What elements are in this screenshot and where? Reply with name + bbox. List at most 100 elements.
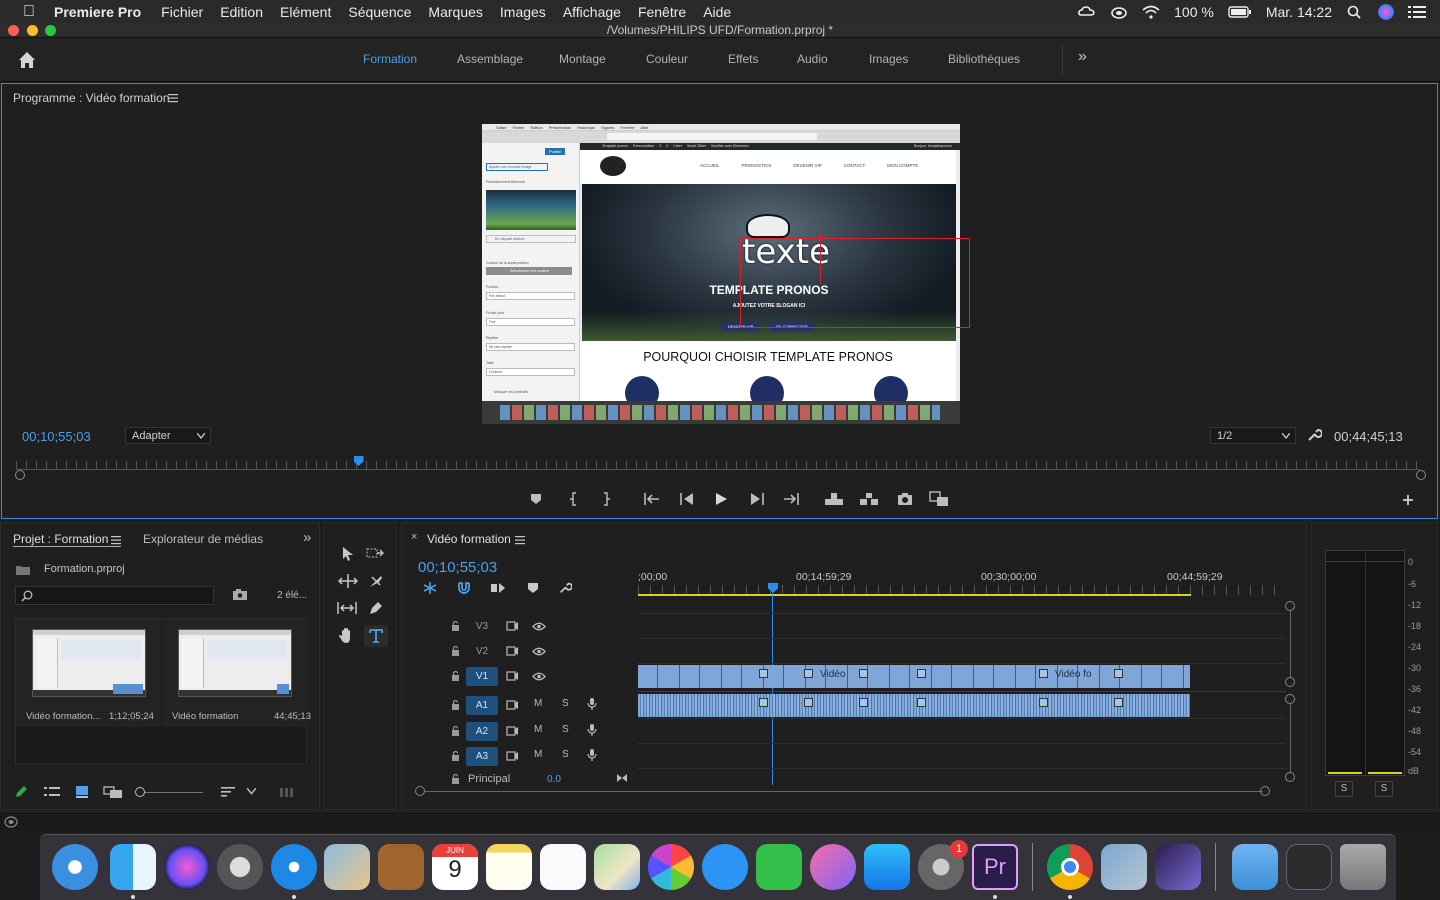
sync-lock-icon[interactable] bbox=[506, 621, 519, 631]
dock-reminders-icon[interactable] bbox=[540, 844, 586, 890]
dock-safari-beta-icon[interactable] bbox=[52, 844, 98, 890]
new-bin-icon[interactable] bbox=[232, 588, 248, 601]
nest-toggle-icon[interactable] bbox=[422, 581, 438, 595]
dock-siri-icon[interactable] bbox=[164, 844, 210, 890]
workspace-tab-montage[interactable]: Montage bbox=[559, 52, 606, 66]
menu-fichier[interactable]: Fichier bbox=[161, 4, 203, 20]
microphone-icon[interactable] bbox=[587, 697, 597, 711]
dock-trash-icon[interactable] bbox=[1340, 844, 1386, 890]
dock-music-icon[interactable] bbox=[810, 844, 856, 890]
dock-app-store-icon[interactable] bbox=[864, 844, 910, 890]
sync-lock-icon[interactable] bbox=[506, 726, 519, 736]
timeline-settings-wrench-icon[interactable] bbox=[558, 581, 572, 595]
master-volume-value[interactable]: 0.0 bbox=[547, 774, 561, 785]
track-target-a2[interactable]: A2 bbox=[466, 722, 498, 741]
hand-tool-icon[interactable] bbox=[338, 627, 356, 645]
menu-app-name[interactable]: Premiere Pro bbox=[54, 4, 141, 20]
siri-icon[interactable] bbox=[1378, 3, 1394, 20]
sync-lock-icon[interactable] bbox=[506, 671, 519, 681]
dock-recent-window-icon[interactable] bbox=[1286, 844, 1332, 890]
go-to-in-icon[interactable] bbox=[643, 492, 661, 506]
sync-lock-icon[interactable] bbox=[506, 646, 519, 656]
dock-downloads-folder-icon[interactable] bbox=[1232, 844, 1278, 890]
add-button-icon[interactable] bbox=[1402, 494, 1414, 506]
lock-icon[interactable] bbox=[451, 646, 460, 656]
h-scroll-handle-right[interactable] bbox=[1260, 786, 1270, 796]
project-search-input[interactable] bbox=[15, 586, 214, 605]
program-ruler[interactable] bbox=[16, 461, 1420, 469]
tab-media-browser[interactable]: Explorateur de médias bbox=[143, 532, 263, 546]
dock-premiere-pro-icon[interactable]: Pr bbox=[972, 844, 1018, 890]
close-sequence-icon[interactable]: × bbox=[411, 531, 417, 543]
work-area-bar[interactable] bbox=[638, 594, 1191, 596]
workspace-tab-bibliotheques[interactable]: Bibliothèques bbox=[948, 52, 1020, 66]
type-tool-button[interactable] bbox=[364, 625, 388, 647]
lock-icon[interactable] bbox=[451, 774, 460, 784]
program-timecode[interactable]: 00;10;55;03 bbox=[22, 429, 91, 444]
solo-button[interactable]: S bbox=[562, 698, 569, 709]
dock-contacts-icon[interactable] bbox=[378, 844, 424, 890]
linked-selection-icon[interactable] bbox=[490, 581, 506, 595]
selection-tool-icon[interactable] bbox=[340, 546, 356, 562]
add-marker-icon[interactable] bbox=[530, 493, 542, 505]
dock-photos-icon[interactable] bbox=[648, 844, 694, 890]
razor-tool-icon[interactable] bbox=[368, 573, 384, 589]
sync-lock-icon[interactable] bbox=[506, 700, 519, 710]
workspace-overflow-button[interactable]: » bbox=[1078, 48, 1087, 66]
dock-calendar-icon[interactable]: JUIN 9 bbox=[432, 844, 478, 890]
go-to-end-icon[interactable] bbox=[616, 773, 628, 783]
battery-icon[interactable] bbox=[1228, 5, 1252, 19]
lock-icon[interactable] bbox=[451, 726, 460, 736]
v-scrollbar-video[interactable] bbox=[1290, 611, 1291, 677]
lock-icon[interactable] bbox=[451, 621, 460, 631]
h-scrollbar[interactable] bbox=[425, 791, 1263, 792]
panel-menu-icon[interactable] bbox=[515, 535, 525, 545]
dock-mail-icon[interactable] bbox=[324, 844, 370, 890]
meter-solo-right-button[interactable]: S bbox=[1375, 781, 1393, 797]
dock-maps-icon[interactable] bbox=[594, 844, 640, 890]
project-item[interactable]: Vidéo formation... 1;12;05;24 bbox=[16, 619, 161, 727]
step-forward-icon[interactable] bbox=[749, 492, 765, 506]
ripple-edit-tool-icon[interactable] bbox=[338, 573, 358, 589]
track-select-tool-icon[interactable] bbox=[366, 546, 384, 560]
workspace-tab-effets[interactable]: Effets bbox=[728, 52, 758, 66]
resolution-dropdown[interactable]: 1/2 bbox=[1210, 427, 1296, 444]
mark-in-icon[interactable] bbox=[568, 492, 580, 506]
workspace-tab-audio[interactable]: Audio bbox=[797, 52, 828, 66]
apple-icon[interactable]:  bbox=[20, 3, 38, 21]
export-frame-icon[interactable] bbox=[897, 492, 913, 506]
menu-images[interactable]: Images bbox=[500, 4, 546, 20]
dock-messages-icon[interactable] bbox=[702, 844, 748, 890]
microphone-icon[interactable] bbox=[587, 723, 597, 737]
icon-view-icon[interactable] bbox=[75, 785, 89, 799]
h-scroll-handle-left[interactable] bbox=[415, 786, 425, 796]
audio-clip-a1[interactable] bbox=[638, 694, 1190, 717]
v-scrollbar-audio[interactable] bbox=[1290, 704, 1291, 772]
menubar-clock[interactable]: Mar. 14:22 bbox=[1266, 4, 1332, 20]
track-target-v1[interactable]: V1 bbox=[466, 667, 498, 686]
eye-icon[interactable] bbox=[532, 647, 546, 656]
spotlight-search-icon[interactable] bbox=[1346, 5, 1364, 19]
home-icon[interactable] bbox=[16, 49, 38, 71]
menu-element[interactable]: Elément bbox=[280, 4, 331, 20]
dock-chrome-icon[interactable] bbox=[1047, 844, 1093, 890]
chevron-down-icon[interactable] bbox=[247, 788, 256, 795]
track-target-a1[interactable]: A1 bbox=[466, 696, 498, 715]
pencil-icon[interactable] bbox=[14, 785, 28, 799]
microphone-icon[interactable] bbox=[587, 748, 597, 762]
v-scroll-video-top[interactable] bbox=[1285, 601, 1295, 611]
list-view-icon[interactable] bbox=[44, 785, 60, 799]
v-scroll-video-bottom[interactable] bbox=[1285, 677, 1295, 687]
tab-sequence[interactable]: Vidéo formation bbox=[427, 532, 511, 546]
mute-button[interactable]: M bbox=[534, 698, 542, 709]
track-target-v3[interactable]: V3 bbox=[466, 617, 498, 636]
v-scroll-audio-bottom[interactable] bbox=[1285, 772, 1295, 782]
extract-icon[interactable] bbox=[859, 492, 879, 506]
snap-icon[interactable] bbox=[457, 581, 471, 595]
lift-icon[interactable] bbox=[824, 492, 844, 506]
dock-preview-icon[interactable] bbox=[1101, 844, 1147, 890]
text-bounding-box[interactable] bbox=[740, 238, 970, 328]
menu-fenetre[interactable]: Fenêtre bbox=[638, 4, 686, 20]
freeform-view-icon[interactable] bbox=[103, 785, 123, 799]
solo-button[interactable]: S bbox=[562, 749, 569, 760]
